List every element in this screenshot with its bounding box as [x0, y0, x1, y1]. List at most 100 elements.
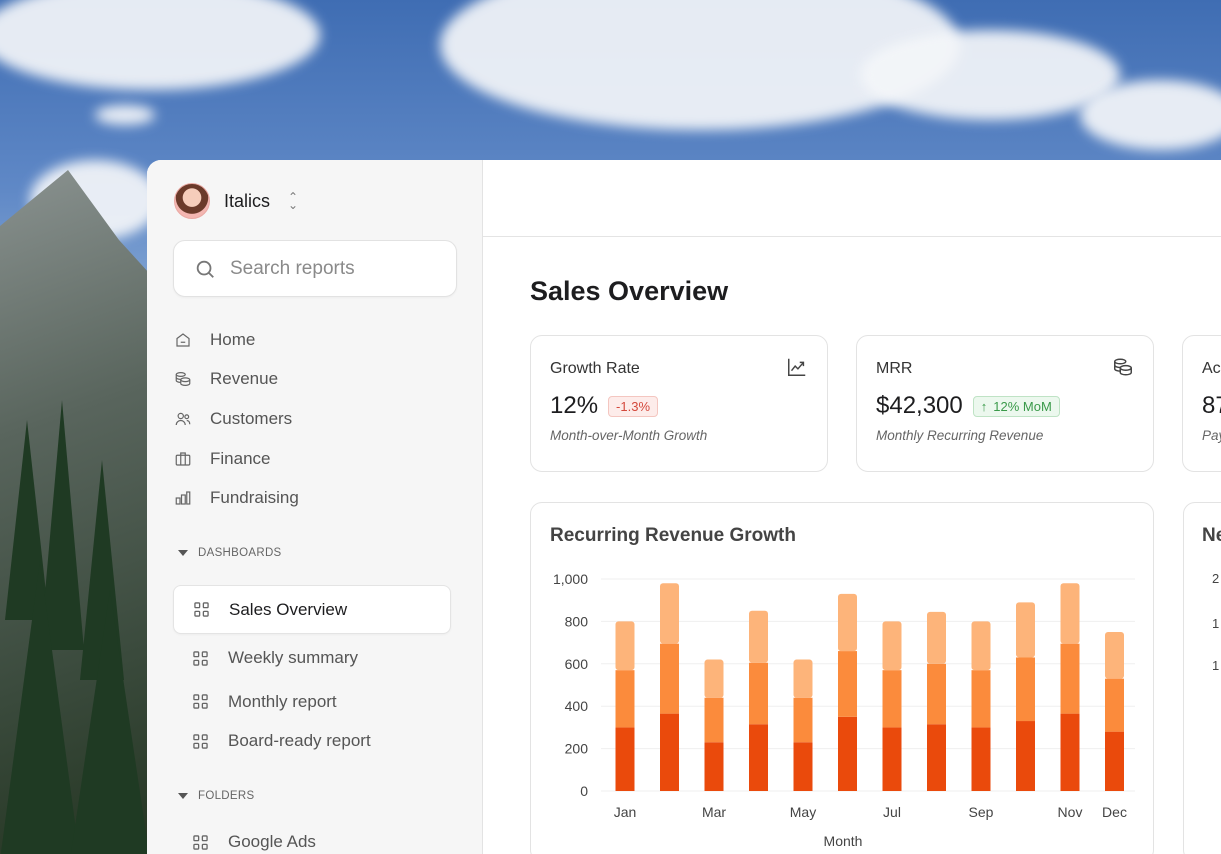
- dashboard-item-board-ready-report[interactable]: Board-ready report: [173, 722, 451, 762]
- org-switcher[interactable]: Italics ⌃ ⌄: [174, 183, 298, 219]
- y-tick-label: 800: [565, 613, 589, 629]
- metric-card-partial: Ac 87 Pay: [1182, 335, 1221, 472]
- bar-segment: [793, 697, 813, 743]
- metric-value-row: $42,300 ↑ 12% MoM: [876, 392, 1134, 420]
- coins-icon: [175, 372, 191, 387]
- dashboard-item-monthly-report[interactable]: Monthly report: [173, 682, 451, 722]
- folders-list: Google Ads: [173, 822, 451, 854]
- folder-item-google-ads[interactable]: Google Ads: [173, 822, 451, 854]
- home-icon: [176, 333, 190, 347]
- bar-segment: [882, 621, 902, 671]
- x-tick-label: Jan: [614, 804, 637, 820]
- metric-subtitle: Pay: [1202, 428, 1221, 443]
- trend-up-icon: [788, 358, 806, 376]
- x-tick-label: Jul: [883, 804, 901, 820]
- coins-icon: [1114, 358, 1132, 376]
- metric-subtitle: Month-over-Month Growth: [550, 428, 708, 443]
- chart-card-partial: Ne 2 1 1: [1183, 502, 1221, 854]
- dashboard-label: Monthly report: [228, 691, 337, 711]
- nav-label: Home: [210, 329, 256, 349]
- nav-item-finance[interactable]: Finance: [174, 439, 299, 479]
- grid-icon: [194, 602, 209, 617]
- bar-segment: [793, 659, 813, 698]
- y-tick-label: 200: [565, 741, 589, 757]
- bar-segment: [838, 716, 857, 791]
- top-bar: [483, 160, 1221, 237]
- nav-item-fundraising[interactable]: Fundraising: [174, 478, 299, 518]
- grid-icon: [193, 694, 208, 710]
- folders-section-toggle[interactable]: FOLDERS: [178, 790, 254, 802]
- bar-segment: [660, 713, 679, 791]
- bar-segment: [793, 742, 813, 791]
- x-tick-label: May: [790, 804, 816, 820]
- bar-segment: [1016, 602, 1035, 658]
- org-name: Italics: [224, 190, 271, 211]
- x-axis-label: Month: [824, 833, 863, 849]
- dashboard-item-weekly-summary[interactable]: Weekly summary: [173, 634, 451, 682]
- bar-segment: [704, 742, 724, 791]
- bar-segment: [971, 727, 991, 791]
- bar-segment: [615, 727, 635, 791]
- metric-label: Growth Rate: [550, 360, 640, 377]
- metric-label: MRR: [876, 360, 913, 377]
- chevron-up-down-icon: ⌃ ⌄: [288, 190, 299, 212]
- bar-segment: [927, 724, 946, 791]
- metric-card-mrr: MRR $42,300 ↑ 12% MoM Monthly Recurring …: [856, 335, 1154, 472]
- dashboard-item-sales-overview[interactable]: Sales Overview: [173, 585, 451, 634]
- section-header: FOLDERS: [198, 790, 255, 802]
- bar-segment: [615, 621, 635, 671]
- grid-icon: [193, 834, 208, 850]
- dashboard-label: Board-ready report: [228, 731, 371, 751]
- grid-icon: [193, 734, 208, 749]
- metric-label: Ac: [1202, 360, 1221, 377]
- chart-title: Ne: [1202, 525, 1221, 546]
- grid-icon: [193, 650, 208, 666]
- change-badge: -1.3%: [608, 395, 659, 417]
- bar-segment: [838, 651, 857, 717]
- nav-item-revenue[interactable]: Revenue: [174, 360, 299, 400]
- bar-segment: [749, 724, 768, 791]
- y-tick-label: 400: [565, 698, 589, 714]
- recurring-revenue-chart: 0 200 400 600 800 1,000 Jan Mar May Jul Sep Nov Dec M…: [553, 571, 1135, 849]
- caret-down-icon: [178, 550, 188, 556]
- metric-value: 87: [1202, 392, 1221, 419]
- axis-tick: 2: [1212, 571, 1220, 586]
- briefcase-icon: [175, 451, 191, 466]
- bar-segment: [1016, 657, 1035, 722]
- dashboards-section-toggle[interactable]: DASHBOARDS: [178, 547, 282, 559]
- folder-label: Google Ads: [228, 832, 316, 851]
- bar-segment: [615, 670, 635, 728]
- search-box: [173, 240, 457, 297]
- y-tick-label: 600: [565, 656, 589, 672]
- metric-value: $42,300: [876, 392, 963, 419]
- bar-segment: [749, 610, 768, 663]
- metric-value-row: 12% -1.3%: [550, 392, 808, 420]
- nav-item-customers[interactable]: Customers: [174, 399, 299, 439]
- y-tick-label: 1,000: [553, 571, 588, 587]
- bar-segment: [749, 662, 768, 725]
- axis-tick: 1: [1212, 616, 1220, 631]
- bar-segment: [882, 727, 902, 791]
- bar-segment: [660, 643, 679, 714]
- change-badge: ↑ 12% MoM: [972, 395, 1060, 417]
- bar-segment: [1060, 643, 1080, 714]
- bar-segment: [704, 659, 724, 698]
- nav-item-home[interactable]: Home: [174, 320, 299, 360]
- axis-tick: 1: [1212, 658, 1220, 673]
- search-input[interactable]: [230, 257, 430, 280]
- metric-subtitle: Monthly Recurring Revenue: [876, 428, 1044, 443]
- bar-segment: [1105, 731, 1124, 791]
- page-title: Sales Overview: [530, 276, 729, 306]
- x-tick-label: Sep: [969, 804, 994, 820]
- nav-label: Finance: [210, 448, 271, 468]
- bar-segment: [882, 670, 902, 728]
- bar-segment: [1016, 721, 1035, 791]
- bar-segment: [927, 611, 946, 664]
- arrow-up-icon: ↑: [980, 398, 988, 414]
- bar-segment: [1105, 632, 1124, 679]
- chart-card-recurring-revenue: Recurring Revenue Growth 0 200 400 600 800 1,…: [530, 502, 1154, 854]
- avatar: [174, 183, 210, 219]
- nav-label: Fundraising: [210, 488, 299, 508]
- dashboards-list: Sales Overview Weekly summary Monthly re…: [173, 585, 451, 761]
- bar-segment: [660, 583, 679, 644]
